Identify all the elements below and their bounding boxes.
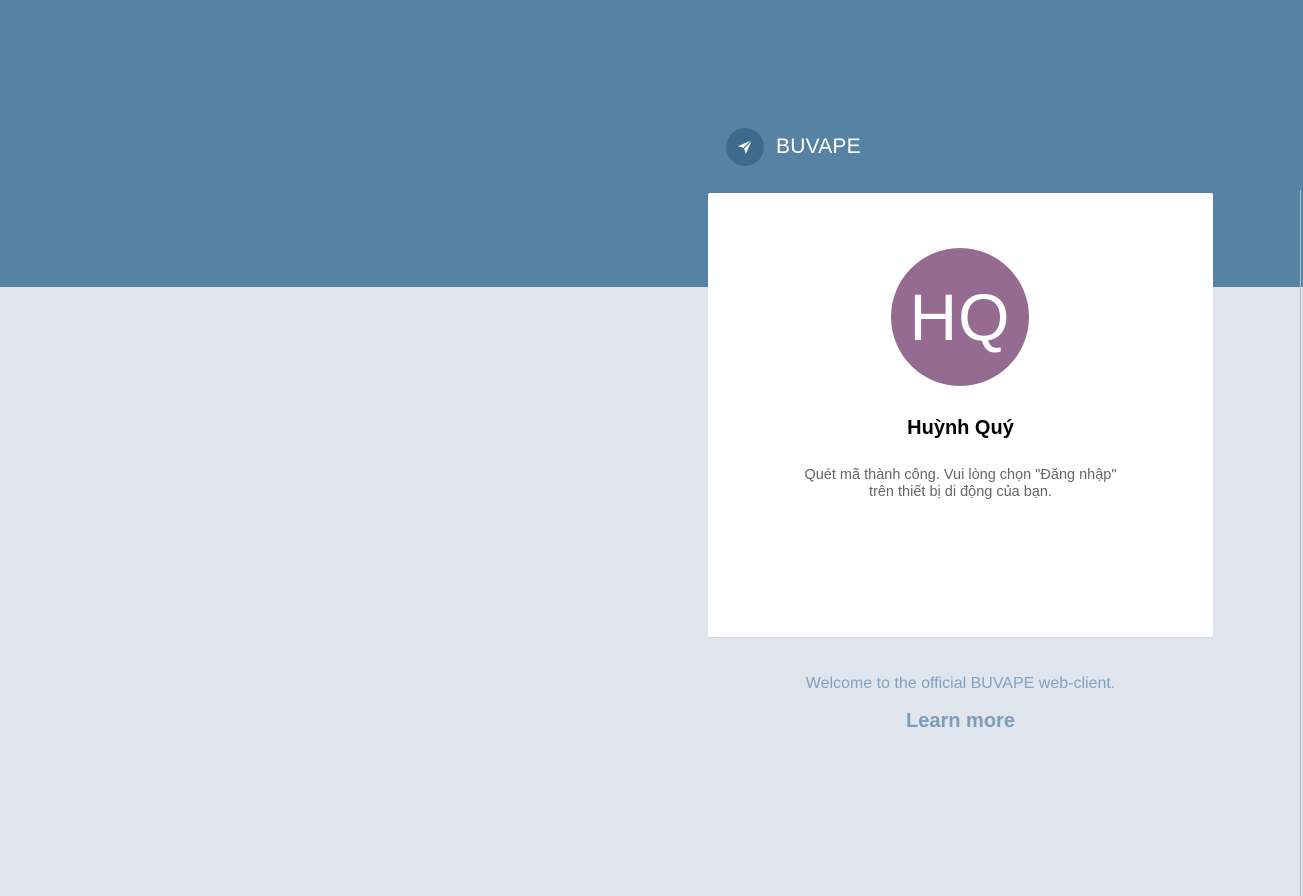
avatar: HQ	[891, 248, 1029, 386]
login-card: HQ Huỳnh Quý Quét mã thành công. Vui lòn…	[708, 193, 1213, 637]
welcome-text: Welcome to the official BUVAPE web-clien…	[805, 675, 1116, 692]
paper-plane-icon	[726, 128, 764, 166]
learn-more-link[interactable]: Learn more	[708, 710, 1213, 733]
status-message: Quét mã thành công. Vui lòng chọn "Đăng …	[790, 467, 1131, 501]
user-name: Huỳnh Quý	[907, 417, 1014, 439]
status-message-line-1: Quét mã thành công. Vui lòng chọn "Đăng …	[804, 467, 1117, 483]
brand: BUVAPE	[726, 128, 861, 166]
window-edge-divider	[1300, 190, 1301, 896]
brand-name: BUVAPE	[776, 135, 861, 158]
status-message-line-2: trên thiết bị di động của bạn.	[869, 484, 1052, 500]
